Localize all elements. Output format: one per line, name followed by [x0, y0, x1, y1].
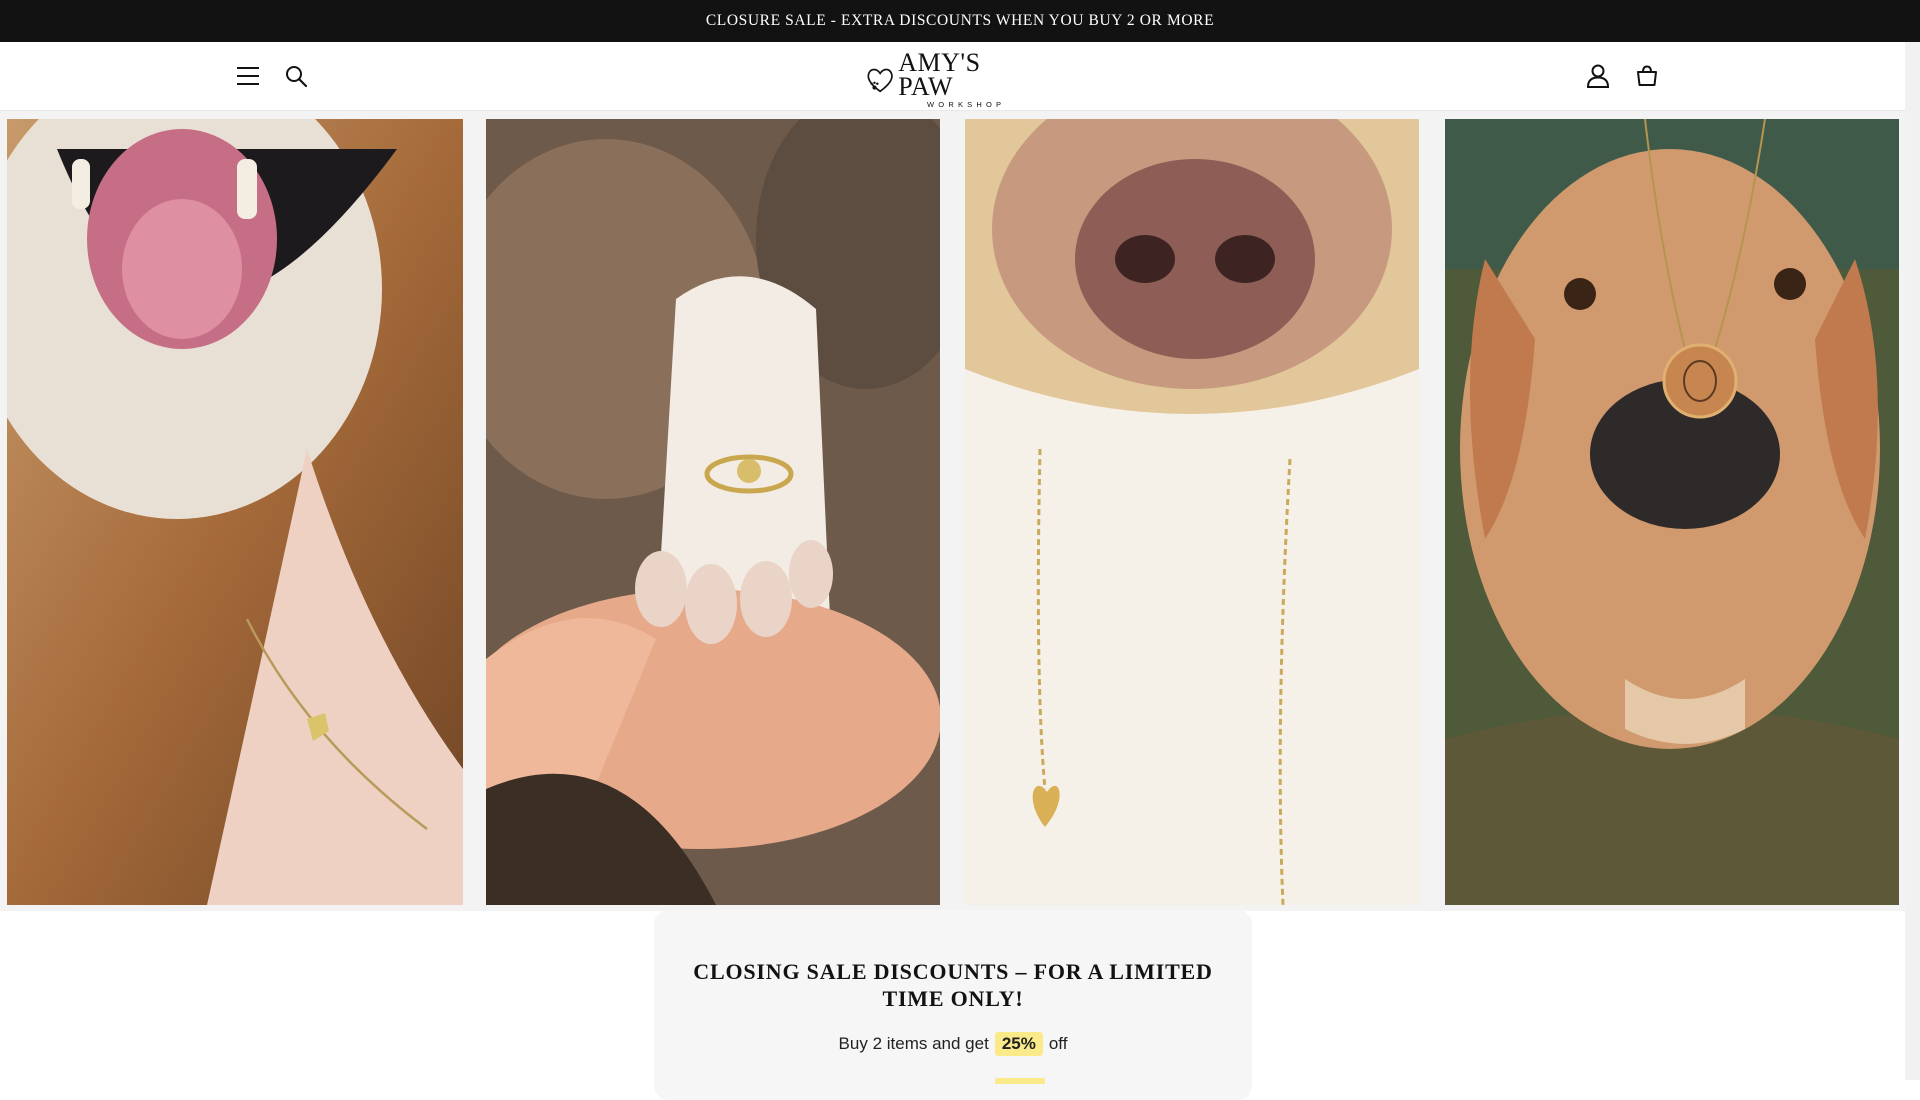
promo-line-suffix: off	[1048, 1034, 1068, 1053]
dog-pendant-photo	[1445, 119, 1899, 905]
hero-panel-bracelet[interactable]	[7, 119, 463, 905]
cart-button[interactable]	[1627, 56, 1667, 96]
cart-icon	[1637, 65, 1657, 86]
hero-banner	[0, 111, 1905, 911]
announcement-text: CLOSURE SALE - EXTRA DISCOUNTS WHEN YOU …	[705, 12, 1215, 29]
site-logo[interactable]: AMY'S PAW WORKSHOP	[866, 50, 1034, 109]
logo-subtitle: WORKSHOP	[927, 100, 1006, 109]
dog-necklace-photo	[965, 119, 1419, 905]
paw-ring-photo	[486, 119, 940, 905]
search-button[interactable]	[276, 56, 316, 96]
hero-panel-necklace[interactable]	[965, 119, 1419, 905]
account-button[interactable]	[1578, 56, 1618, 96]
promo-title: CLOSING SALE DISCOUNTS – FOR A LIMITED T…	[693, 959, 1213, 1011]
promo-line-prefix: Buy 2 items and get	[838, 1034, 989, 1053]
discount-badge: 25%	[994, 1032, 1043, 1056]
menu-icon	[237, 67, 259, 85]
hero-panel-ring[interactable]	[486, 119, 940, 905]
announcement-bar: CLOSURE SALE - EXTRA DISCOUNTS WHEN YOU …	[0, 0, 1920, 42]
logo-title: AMY'S PAW	[898, 48, 981, 101]
heart-paw-logo-icon	[867, 68, 893, 93]
hero-panel-pendant[interactable]	[1445, 119, 1899, 905]
promo-offer: Buy 2 items and get 25% off	[654, 1032, 1252, 1056]
page-scrollbar[interactable]	[1905, 42, 1920, 1080]
dog-bracelet-photo	[7, 119, 463, 905]
promo-box: CLOSING SALE DISCOUNTS – FOR A LIMITED T…	[654, 910, 1252, 1100]
search-icon	[286, 66, 308, 88]
account-icon	[1586, 64, 1610, 88]
site-header: AMY'S PAW WORKSHOP	[0, 42, 1905, 111]
highlight-bar	[995, 1078, 1045, 1084]
menu-button[interactable]	[228, 56, 268, 96]
